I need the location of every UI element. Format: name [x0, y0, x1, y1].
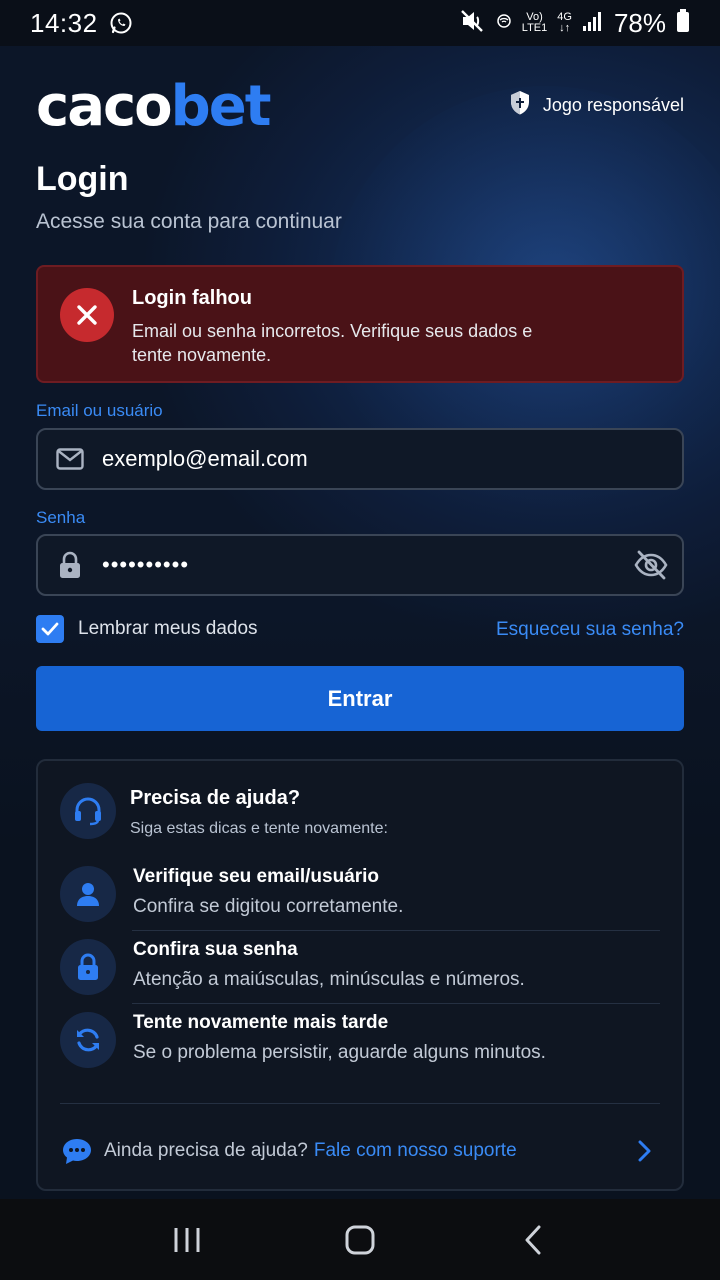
page-title: Login — [36, 160, 129, 198]
error-title: Login falhou — [132, 287, 252, 309]
password-field[interactable]: •••••••••• — [36, 534, 684, 596]
tip-description: Confira se digitou corretamente. — [133, 896, 404, 917]
status-time: 14:32 — [30, 7, 98, 38]
divider — [60, 1103, 660, 1104]
responsible-gaming-label: Jogo responsável — [542, 95, 684, 115]
help-subtitle: Siga estas dicas e tente novamente: — [130, 820, 388, 837]
logo-caco: caco — [36, 74, 173, 139]
email-value: exemplo@email.com — [102, 446, 308, 471]
login-screen: cacobet Jogo responsável Login Acesse su… — [0, 46, 720, 1199]
password-label: Senha — [36, 508, 86, 527]
mail-icon — [54, 443, 86, 475]
tip-check-password: Confira sua senha Atenção a maiúsculas, … — [60, 931, 660, 1005]
battery-percent: 78% — [613, 7, 666, 38]
network-activity-label: ↓↑ — [559, 22, 571, 34]
refresh-icon — [60, 1012, 116, 1068]
page-subtitle: Acesse sua conta para continuar — [36, 210, 342, 233]
network-indicator: 4G ↓↑ — [557, 12, 572, 34]
remember-checkbox[interactable] — [36, 615, 64, 643]
help-card: Precisa de ajuda? Siga estas dicas e ten… — [36, 759, 684, 1191]
system-nav-bar — [0, 1199, 720, 1280]
eye-off-icon[interactable] — [634, 550, 668, 580]
battery-icon — [676, 8, 690, 38]
tip-title: Verifique seu email/usuário — [133, 866, 380, 887]
wifi-calling-icon — [496, 13, 512, 34]
chat-bubble-icon — [60, 1134, 94, 1168]
signal-icon — [582, 10, 604, 37]
help-title: Precisa de ajuda? — [130, 787, 301, 809]
home-icon[interactable] — [330, 1210, 390, 1270]
chevron-right-icon[interactable] — [634, 1138, 654, 1164]
email-field[interactable]: exemplo@email.com — [36, 428, 684, 490]
support-link-row[interactable]: Ainda precisa de ajuda? Fale com nosso s… — [60, 1133, 660, 1169]
email-label: Email ou usuário — [36, 401, 163, 420]
error-alert: Login falhou Email ou senha incorretos. … — [36, 265, 684, 383]
cacobet-logo: cacobet — [36, 72, 272, 142]
tip-description: Se o problema persistir, aguarde alguns … — [133, 1042, 546, 1063]
volte-bottom-label: LTE1 — [521, 22, 548, 34]
tip-description: Atenção a maiúsculas, minúsculas e númer… — [133, 969, 525, 990]
shield-icon — [509, 90, 531, 121]
status-bar: 14:32 Vo) LTE1 4G ↓↑ 78% — [0, 0, 720, 46]
back-icon[interactable] — [503, 1210, 563, 1270]
mute-icon — [460, 9, 486, 38]
support-link[interactable]: Fale com nosso suporte — [314, 1140, 517, 1162]
recent-apps-icon[interactable] — [157, 1210, 217, 1270]
login-submit-button[interactable]: Entrar — [36, 666, 684, 731]
error-x-icon — [60, 288, 114, 342]
support-text: Ainda precisa de ajuda? — [104, 1140, 308, 1161]
error-message: Email ou senha incorretos. Verifique seu… — [132, 321, 533, 365]
logo-bet: bet — [170, 74, 272, 139]
responsible-gaming-link[interactable]: Jogo responsável — [509, 90, 684, 121]
tip-try-later: Tente novamente mais tarde Se o problema… — [60, 1004, 660, 1078]
tip-title: Confira sua senha — [133, 939, 298, 960]
tip-check-email: Verifique seu email/usuário Confira se d… — [60, 858, 660, 932]
remember-label: Lembrar meus dados — [78, 618, 258, 639]
lock-icon — [60, 939, 116, 995]
user-icon — [60, 866, 116, 922]
tip-title: Tente novamente mais tarde — [133, 1012, 389, 1033]
remember-me[interactable]: Lembrar meus dados — [36, 615, 258, 643]
forgot-password-link[interactable]: Esqueceu sua senha? — [496, 619, 684, 641]
headset-icon — [60, 783, 116, 839]
whatsapp-icon — [108, 10, 134, 36]
volte-indicator: Vo) LTE1 — [522, 12, 547, 34]
lock-icon — [54, 549, 86, 581]
password-value: •••••••••• — [102, 552, 190, 577]
